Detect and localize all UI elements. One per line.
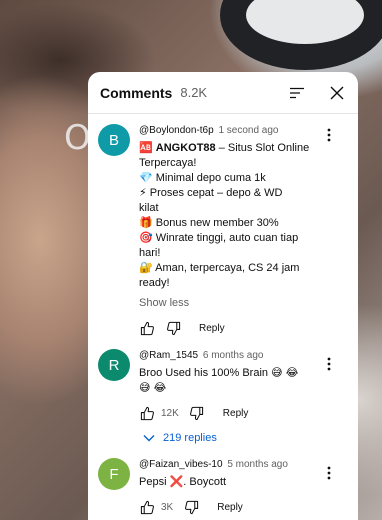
comment-line: 😅 😂 — [139, 382, 167, 394]
comment-text: 🆎 ANGKOT88 – Situs Slot Online Terpercay… — [139, 141, 348, 291]
comment-line: ⚡ Proses cepat – depo & WD — [139, 187, 283, 199]
comment-author[interactable]: @Ram_1545 — [139, 350, 198, 361]
like-count: 3K — [161, 501, 174, 513]
more-options-icon[interactable] — [322, 128, 336, 144]
comment-meta: @Faizan_vibes-10 5 months ago — [139, 458, 348, 471]
comment-line: 💎 Minimal depo cuma 1k — [139, 172, 266, 184]
comment-time[interactable]: 5 months ago — [227, 459, 288, 470]
comment-actions: 3K Reply — [139, 492, 348, 520]
comment-line: 🎁 Bonus new member 30% — [139, 217, 279, 229]
comment-line: Broo Used his 100% Brain 😅 😂 — [139, 367, 299, 379]
comment-actions: 12K Reply — [139, 398, 348, 428]
comment-meta: @Boylondon-t6p 1 second ago — [139, 124, 348, 137]
comment-text: Broo Used his 100% Brain 😅 😂 😅 😂 — [139, 366, 348, 396]
like-icon[interactable] — [139, 499, 155, 515]
comment-actions: Reply — [139, 313, 348, 343]
comment-author[interactable]: @Faizan_vibes-10 — [139, 459, 223, 470]
replies-count: 219 replies — [163, 432, 217, 444]
show-less-button[interactable]: Show less — [139, 297, 189, 309]
avatar[interactable]: B — [98, 124, 130, 156]
reply-button[interactable]: Reply — [199, 323, 225, 334]
comment-time[interactable]: 1 second ago — [218, 125, 278, 136]
view-replies-button[interactable]: 219 replies — [139, 432, 348, 444]
comment-item: F @Faizan_vibes-10 5 months ago Pepsi ❌.… — [88, 444, 358, 520]
more-options-icon[interactable] — [322, 357, 336, 373]
comments-header: Comments 8.2K — [88, 72, 358, 114]
video-overlay-letter: O — [64, 118, 91, 158]
dislike-icon[interactable] — [183, 499, 199, 515]
chevron-down-icon — [143, 435, 155, 442]
like-icon[interactable] — [139, 320, 155, 336]
comment-line: Pepsi ❌. Boycott — [139, 476, 227, 488]
dislike-icon[interactable] — [165, 320, 181, 336]
comment-item: B @Boylondon-t6p 1 second ago 🆎 ANGKOT88… — [88, 114, 358, 343]
comment-author[interactable]: @Boylondon-t6p — [139, 125, 214, 136]
comment-line: hari! — [139, 247, 161, 259]
comment-line: 🎯 Winrate tinggi, auto cuan tiap — [139, 232, 299, 244]
comment-line: ready! — [139, 277, 170, 289]
close-icon[interactable] — [328, 84, 346, 102]
sort-icon[interactable] — [288, 84, 306, 102]
comment-item: R @Ram_1545 6 months ago Broo Used his 1… — [88, 343, 358, 444]
avatar[interactable]: F — [98, 458, 130, 490]
like-icon[interactable] — [139, 405, 155, 421]
comments-count: 8.2K — [180, 85, 208, 100]
comments-title: Comments — [100, 84, 173, 101]
comment-line: 🆎 ANGKOT88 – Situs Slot Online — [139, 142, 310, 154]
avatar[interactable]: R — [98, 349, 130, 381]
reply-button[interactable]: Reply — [217, 502, 243, 513]
reply-button[interactable]: Reply — [223, 408, 249, 419]
comment-line: kilat — [139, 202, 159, 214]
comment-line: Terpercaya! — [139, 157, 197, 169]
comments-panel: Comments 8.2K B @Boylondon-t6p 1 second … — [88, 72, 358, 520]
comment-time[interactable]: 6 months ago — [203, 350, 264, 361]
more-options-icon[interactable] — [322, 466, 336, 482]
like-count: 12K — [161, 407, 179, 419]
comment-text: Pepsi ❌. Boycott — [139, 475, 348, 490]
comment-meta: @Ram_1545 6 months ago — [139, 349, 348, 362]
comment-line: 🔐 Aman, terpercaya, CS 24 jam — [139, 262, 300, 274]
dislike-icon[interactable] — [189, 405, 205, 421]
